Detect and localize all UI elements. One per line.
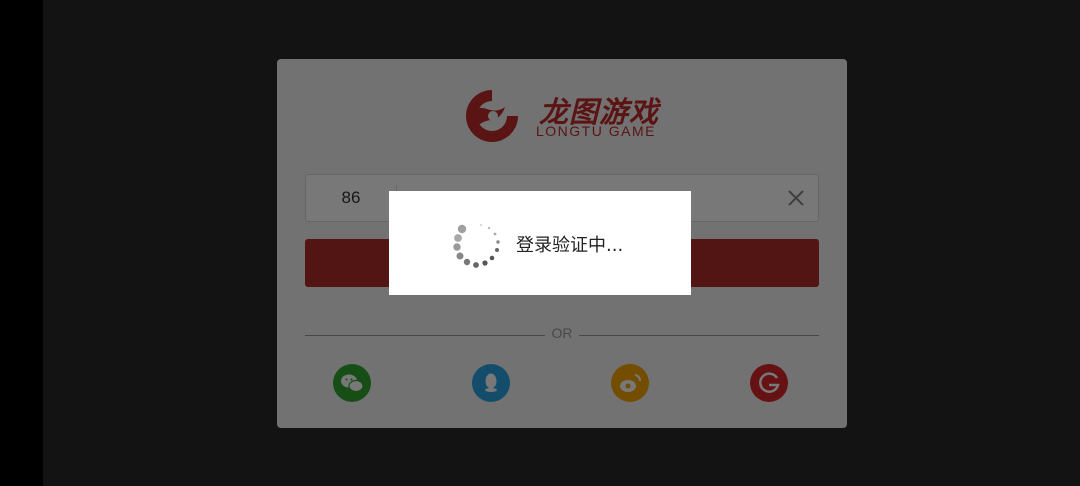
- wechat-icon: [341, 374, 364, 393]
- qq-icon: [485, 373, 497, 392]
- longtu-icon: [759, 372, 780, 393]
- longtu-login-button[interactable]: [750, 364, 788, 402]
- loading-dialog: 登录验证中...: [389, 191, 691, 295]
- or-text: OR: [551, 325, 573, 341]
- longtu-logo: 龙图游戏 LONGTU GAME: [457, 85, 669, 147]
- loading-spinner-icon: [453, 224, 500, 268]
- loading-text: 登录验证中...: [516, 235, 624, 256]
- longtu-logo-mark-icon: [466, 90, 518, 142]
- logo-text-en: LONGTU GAME: [536, 123, 656, 139]
- or-divider: OR: [305, 325, 819, 345]
- screen: 龙图游戏 LONGTU GAME 86 OR 登录验证中...: [0, 0, 1080, 486]
- or-line-right: [579, 335, 819, 336]
- weibo-login-button[interactable]: [611, 364, 649, 402]
- qq-login-button[interactable]: [472, 364, 510, 402]
- clear-icon[interactable]: [786, 188, 806, 208]
- weibo-icon: [620, 374, 641, 392]
- wechat-login-button[interactable]: [333, 364, 371, 402]
- left-bar: [0, 0, 43, 486]
- country-code-selector[interactable]: 86: [306, 175, 396, 221]
- or-line-left: [305, 335, 545, 336]
